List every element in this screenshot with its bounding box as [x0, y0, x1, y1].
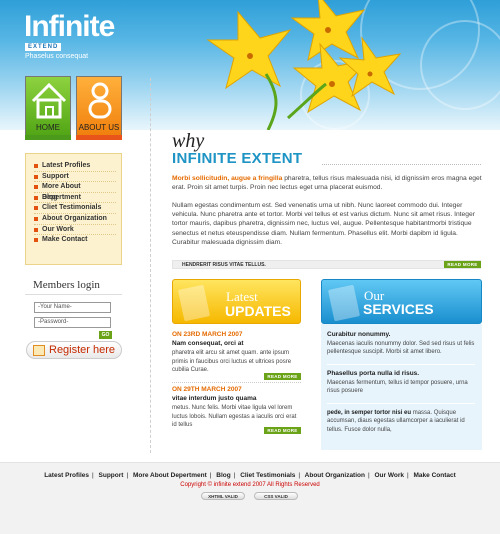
logo-subtitle: EXTEND [25, 43, 62, 51]
news-text: metus. Nunc felis. Morbi vitae ligula ve… [172, 405, 297, 429]
divider [25, 294, 122, 295]
news-text: pharetra elit arcu sit amet quam. ante i… [172, 350, 292, 374]
person-icon [88, 82, 112, 119]
footer-links: Latest Profiles | Support | More About Dep… [44, 472, 456, 479]
menu-item-our-work[interactable]: Our Work [34, 225, 116, 236]
news-title[interactable]: vitae interdum justo quama [172, 395, 257, 402]
css-valid-badge[interactable]: CSS VALID [254, 492, 298, 500]
service-item: pede, in semper tortor nisi eu massa. Qu… [327, 409, 477, 434]
side-menu: Latest Profiles Support More About Deper… [25, 153, 122, 265]
read-more-button[interactable]: READ MORE [444, 261, 481, 268]
password-field[interactable]: -Password- [34, 317, 111, 328]
menu-item-latest-profiles[interactable]: Latest Profiles [34, 161, 116, 172]
footer-link-testimonials[interactable]: Cliet Testimonials [240, 472, 295, 479]
home-icon [31, 82, 67, 119]
news-date: ON 29TH MARCH 2007 [172, 386, 242, 393]
register-button[interactable]: Register here [26, 341, 122, 359]
menu-item-make-contact[interactable]: Make Contact [34, 235, 116, 246]
members-login-title: Members login [33, 279, 100, 291]
service-title[interactable]: pede, in semper tortor nisi eu [327, 410, 411, 416]
intro-paragraph: Morbi sollicitudin, augue a fringilla ph… [172, 174, 482, 192]
footer-link-make-contact[interactable]: Make Contact [414, 472, 456, 479]
strip-text: HENDRERIT RISUS VITAE TELLUS. [182, 262, 266, 268]
xhtml-valid-badge[interactable]: XHTML VALID [201, 492, 245, 500]
service-title[interactable]: Curabitur nonummy. [327, 331, 390, 338]
column-divider [150, 78, 151, 453]
footer-link-support[interactable]: Support [99, 472, 124, 479]
updates-header: Latest UPDATES [172, 279, 301, 324]
document-icon [327, 284, 361, 322]
divider [327, 364, 475, 365]
service-title[interactable]: Phasellus porta nulla id risus. [327, 370, 419, 377]
services-head-big: SERVICES [363, 301, 434, 317]
menu-item-blog[interactable]: Blog [34, 193, 116, 204]
username-field[interactable]: -Your Name- [34, 302, 111, 313]
nav-home-label[interactable]: HOME [24, 123, 72, 132]
body-paragraph: Nullam egestas condimentum est. Sed vene… [172, 202, 475, 246]
header-banner: Infinite EXTEND Phaselus consequat [0, 0, 500, 130]
footer-link-blog[interactable]: Blog [216, 472, 230, 479]
footer-link-more-about[interactable]: More About Depertment [133, 472, 207, 479]
logo-tagline: Phaselus consequat [25, 53, 89, 60]
read-more-button[interactable]: READ MORE [264, 427, 301, 434]
register-note-icon [33, 345, 45, 356]
divider [172, 382, 301, 383]
intro-highlight: Morbi sollicitudin, augue a fringilla [172, 175, 283, 182]
menu-item-more-about[interactable]: More About Depertment [34, 182, 116, 201]
news-title[interactable]: Nam consequat, orci at [172, 340, 244, 347]
footer-link-latest-profiles[interactable]: Latest Profiles [44, 472, 89, 479]
read-more-button[interactable]: READ MORE [264, 373, 301, 380]
footer-link-our-work[interactable]: Our Work [375, 472, 405, 479]
page: Infinite EXTEND Phaselus consequat HOME … [0, 0, 500, 534]
site-logo[interactable]: Infinite [24, 12, 115, 42]
document-icon [177, 284, 211, 322]
menu-item-testimonials[interactable]: Cliet Testimonials [34, 203, 116, 214]
services-header: Our SERVICES [321, 279, 482, 324]
news-date: ON 23RD MARCH 2007 [172, 331, 243, 338]
service-text: Maecenas iaculis nonummy dolor. Sed sed … [327, 341, 475, 356]
title-rule [322, 164, 481, 165]
divider [327, 403, 475, 404]
copyright-text: Copyright © infinite extend 2007 All Rig… [180, 482, 320, 488]
flower-illustration [206, 0, 402, 130]
register-label: Register here [49, 344, 116, 356]
menu-item-about-organization[interactable]: About Organization [34, 214, 116, 225]
headline-strip: HENDRERIT RISUS VITAE TELLUS. [172, 260, 481, 269]
service-text: Maecenas fermentum, tellus id tempor pos… [327, 380, 468, 395]
page-title: INFINITE EXTENT [172, 150, 303, 167]
nav-about-label[interactable]: ABOUT US [75, 123, 123, 132]
menu-item-support[interactable]: Support [34, 172, 116, 183]
login-go-button[interactable]: GO [99, 331, 112, 339]
updates-head-big: UPDATES [225, 303, 291, 319]
footer-link-about-organization[interactable]: About Organization [305, 472, 365, 479]
